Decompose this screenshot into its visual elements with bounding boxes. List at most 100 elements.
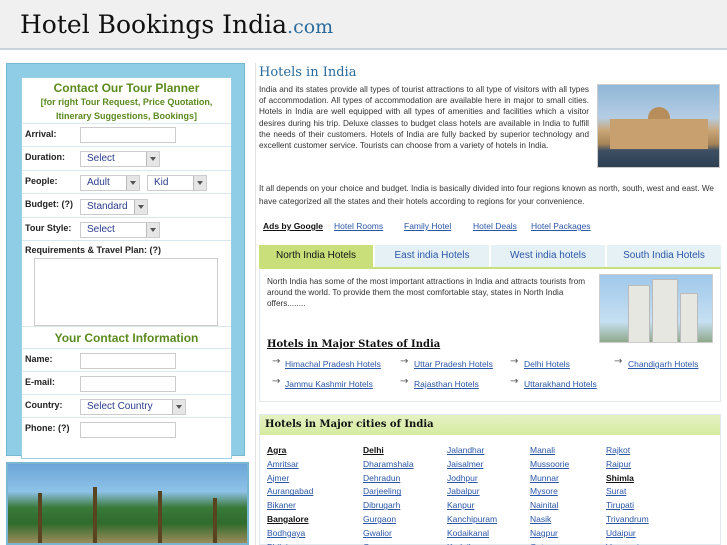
adult-select[interactable]: Adult [80,175,140,191]
ads-by-google[interactable]: Ads by Google [263,221,323,231]
city-link[interactable]: Kodaiku [447,542,478,545]
city-link[interactable]: Nainital [530,500,558,510]
state-link[interactable]: Himachal Pradesh Hotels [285,359,381,369]
city-link[interactable]: Gwalior [363,528,392,538]
chevron-down-icon [134,200,147,214]
city-link[interactable]: Bodhgaya [267,528,305,538]
ad-link[interactable]: Hotel Deals [473,221,517,231]
chevron-down-icon [126,176,139,190]
arrival-input[interactable] [80,127,176,143]
tab-west-india[interactable]: West india hotels [491,245,605,267]
city-link[interactable]: Kodaikanal [447,528,489,538]
phone-label: Phone: (?) [25,423,70,433]
name-input[interactable] [80,353,176,369]
city-link[interactable]: Goa [363,542,379,545]
duration-select[interactable]: Select [80,151,160,167]
site-header: Hotel Bookings India.com [0,0,727,50]
city-link[interactable]: Kanpur [447,500,474,510]
tab-east-india[interactable]: East india Hotels [375,245,489,267]
city-link[interactable]: Surat [606,486,626,496]
resort-photo [6,462,249,545]
requirements-label: Requirements & Travel Plan: (?) [25,245,162,255]
chevron-down-icon [193,176,206,190]
intro-paragraph: India and its states provide all types o… [259,85,589,151]
state-link[interactable]: Uttarakhand Hotels [524,379,597,389]
north-india-panel: North India has some of the most importa… [259,267,721,402]
email-label: E-mail: [25,377,56,387]
ads-bar: Ads by Google Hotel Rooms Family Hotel H… [259,219,599,233]
city-link[interactable]: Agra [267,445,286,455]
tab-south-india[interactable]: South India Hotels [607,245,721,267]
email-row: E-mail: [22,371,231,394]
tour-style-select[interactable]: Select [80,222,160,238]
site-title-main[interactable]: Hotel Bookings India [20,10,287,39]
tour-planner-panel: Contact Our Tour Planner [for right Tour… [6,63,245,459]
site-title[interactable]: Hotel Bookings India.com [20,10,333,39]
state-link[interactable]: Delhi Hotels [524,359,570,369]
ad-link[interactable]: Hotel Rooms [334,221,383,231]
state-link[interactable]: Chandigarh Hotels [628,359,698,369]
arrow-right-icon: → [510,376,519,387]
city-link[interactable]: Mysore [530,486,558,496]
cities-title: Hotels in Major cities of India [260,415,720,435]
city-link[interactable]: Nasik [530,514,551,524]
city-link[interactable]: Shimla [606,473,634,483]
state-link[interactable]: Rajasthan Hotels [414,379,479,389]
city-link[interactable]: Bikaner [267,500,296,510]
city-link[interactable]: Trivandrum [606,514,649,524]
page-title: Hotels in India [259,65,357,80]
city-link[interactable]: Delhi [363,445,384,455]
city-link[interactable]: Udaipur [606,528,636,538]
city-link[interactable]: Tirupati [606,500,634,510]
email-input[interactable] [80,376,176,392]
budget-select-value: Standard [87,201,128,212]
taj-hotel-photo [597,84,720,168]
photo-tower [652,279,678,342]
country-select-value: Select Country [87,401,153,412]
city-link[interactable]: Nagpur [530,528,558,538]
budget-select[interactable]: Standard [80,199,148,215]
requirements-textarea[interactable] [34,258,218,326]
city-link[interactable]: Aurangabad [267,486,313,496]
city-link[interactable]: Jalandhar [447,445,484,455]
city-link[interactable]: Bhilai [267,542,288,545]
city-link[interactable]: Raipur [606,459,631,469]
city-link[interactable]: Jabalpur [447,486,480,496]
ad-link[interactable]: Hotel Packages [531,221,591,231]
city-link[interactable]: Dharamshala [363,459,414,469]
city-link[interactable]: Jaisalmer [447,459,483,469]
city-link[interactable]: Amritsar [267,459,299,469]
city-link[interactable]: Gurgaon [363,514,396,524]
city-link[interactable]: Kanchipuram [447,514,497,524]
city-link[interactable]: Manali [530,445,555,455]
requirements-row: Requirements & Travel Plan: (?) [22,240,231,326]
city-link[interactable]: Ajmer [267,473,289,483]
city-link[interactable]: Varanasi [606,542,639,545]
phone-input[interactable] [80,422,176,438]
hotel-tower-photo [599,274,713,343]
city-link[interactable]: Munnar [530,473,559,483]
city-link[interactable]: Rajkot [606,445,630,455]
tab-north-india[interactable]: North India Hotels [259,245,373,267]
city-link[interactable]: Bangalore [267,514,309,524]
city-link[interactable]: Ooty [530,542,548,545]
city-link[interactable]: Darjeeling [363,486,401,496]
arrival-row: Arrival: [22,123,231,146]
kid-select[interactable]: Kid [147,175,207,191]
chevron-down-icon [172,400,185,414]
city-link[interactable]: Mussoorie [530,459,569,469]
ad-link[interactable]: Family Hotel [404,221,451,231]
state-link[interactable]: Jammu Kashmir Hotels [285,379,373,389]
city-link[interactable]: Dibrugarh [363,500,400,510]
chevron-down-icon [146,152,159,166]
country-select[interactable]: Select Country [80,399,186,415]
state-link[interactable]: Uttar Pradesh Hotels [414,359,493,369]
country-label: Country: [25,400,63,410]
city-link[interactable]: Jodhpur [447,473,478,483]
site-title-ext[interactable]: .com [287,16,333,38]
arrow-right-icon: → [272,376,281,387]
city-link[interactable]: Dehradun [363,473,400,483]
tour-style-select-value: Select [87,224,115,235]
name-label: Name: [25,354,53,364]
people-label: People: [25,176,58,186]
